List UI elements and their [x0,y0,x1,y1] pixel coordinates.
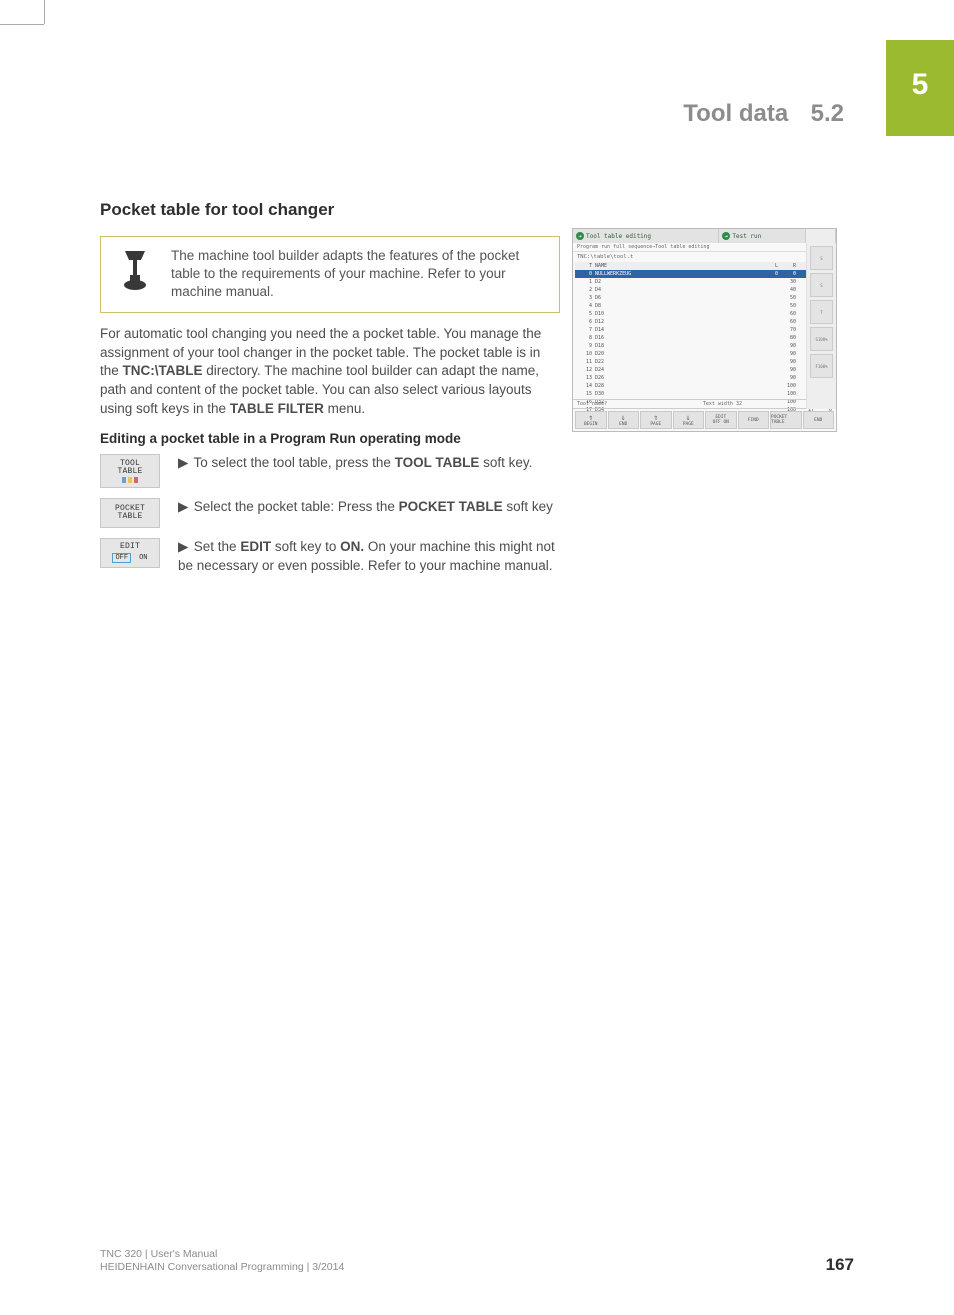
sub-heading: Editing a pocket table in a Program Run … [100,431,560,446]
ss-status-left: Tool name? [577,401,607,407]
triangle-marker-icon: ▶ [178,454,190,473]
ss-softkey[interactable]: EDITOFF ON [705,411,737,429]
table-row: 3D65030 [575,294,834,302]
ss-softkey[interactable]: END [803,411,835,429]
footer-line2: HEIDENHAIN Conversational Programming | … [100,1261,344,1275]
ss-subtitle: Program run full sequence→Tool table edi… [573,243,836,252]
step1-b1: TOOL TABLE [395,455,480,470]
softkey-tool-table[interactable]: TOOL TABLE [100,454,160,488]
page-number: 167 [826,1255,854,1275]
table-row: 6D126060 [575,318,834,326]
step1-post: soft key. [479,455,532,470]
note-box: The machine tool builder adapts the feat… [100,236,560,313]
note-text: The machine tool builder adapts the feat… [171,247,547,302]
step2-b1: POCKET TABLE [399,499,503,514]
ss-softkey[interactable]: FIND [738,411,770,429]
table-row: 14D28100140 [575,382,834,390]
ss-table: TNAMELRR2DL0NULLWERKZEUG0001D230102D4402… [573,262,836,410]
step3-b2: ON. [340,539,364,554]
softkey-label: TABLE [117,513,142,521]
screenshot-tool-table-editing: ➔Tool table editing ➔Test run Program ru… [572,228,837,432]
table-row: 7D147070 [575,326,834,334]
softkey-label-off: OFF [112,553,131,563]
softkey-label: TABLE [117,468,142,476]
table-row: 4D85040 [575,302,834,310]
main-content: Pocket table for tool changer The machin… [100,200,560,586]
step-row: TOOL TABLE ▶ To select the tool table, p… [100,454,560,488]
body-bold1: TNC:\TABLE [123,363,203,378]
step3-mid: soft key to [271,539,340,554]
ss-status-bar: Tool name? Text width 32 [573,399,806,409]
body-paragraph: For automatic tool changing you need the… [100,325,560,419]
step-text: ▶ Set the EDIT soft key to ON. On your m… [178,538,560,576]
table-row: 8D168080 [575,334,834,342]
step2-post: soft key [503,499,553,514]
ss-panel-item: S [810,273,833,297]
table-row: 15D30100150 [575,390,834,398]
page-header: Tool data 5.2 [100,100,844,128]
table-row: 13D2690130 [575,374,834,382]
ss-panel-item: F100% [810,354,833,378]
step2-pre: Select the pocket table: Press the [194,499,399,514]
step3-pre: Set the [194,539,241,554]
ss-softkey[interactable]: ⇑BEGIN [575,411,607,429]
table-row: 12D2490120 [575,366,834,374]
ss-path: TNC:\table\tool.t [573,252,836,262]
ss-softkey[interactable]: ⇑PAGE [640,411,672,429]
section-heading: Pocket table for tool changer [100,200,560,220]
triangle-marker-icon: ▶ [178,538,190,557]
ss-panel-item: T [810,300,833,324]
table-row: 10D2090100 [575,350,834,358]
chapter-tab: 5 [886,40,954,136]
ss-title-right: ➔Test run [719,229,806,243]
softkey-edit[interactable]: EDIT OFF ON [100,538,160,568]
footer-meta: TNC 320 | User's Manual HEIDENHAIN Conve… [100,1248,344,1275]
step-row: EDIT OFF ON ▶ Set the EDIT soft key to O… [100,538,560,576]
ss-titlebar: ➔Tool table editing ➔Test run [573,229,836,243]
step-text: ▶ Select the pocket table: Press the POC… [178,498,560,517]
table-row: 2D44020 [575,286,834,294]
ss-softkey-row: ⇑BEGIN⇓END⇑PAGE⇓PAGEEDITOFF ONFINDPOCKET… [573,409,836,431]
step-text: ▶ To select the tool table, press the TO… [178,454,560,473]
table-row: 5D106050 [575,310,834,318]
softkey-label-on: ON [139,554,147,562]
ss-panel-item: S [810,246,833,270]
ss-title-corner [806,229,836,243]
step-row: POCKET TABLE ▶ Select the pocket table: … [100,498,560,528]
ss-softkey[interactable]: POCKET TABLE [770,411,802,429]
arrow-icon: ➔ [722,232,730,240]
ss-title-left: ➔Tool table editing [573,229,719,243]
arrow-icon: ➔ [576,232,584,240]
step3-b1: EDIT [240,539,271,554]
crop-mark-h [0,24,44,25]
ss-softkey[interactable]: ⇓END [608,411,640,429]
table-row: 1D23010 [575,278,834,286]
softkey-icon [122,477,138,483]
ss-softkey[interactable]: ⇓PAGE [673,411,705,429]
softkey-label: EDIT [120,543,140,551]
ss-title-right-text: Test run [732,233,761,240]
triangle-marker-icon: ▶ [178,498,190,517]
crop-mark-v [44,0,45,24]
table-row: 9D189090 [575,342,834,350]
ss-status-right: Text width 32 [703,401,802,407]
footer-line1: TNC 320 | User's Manual [100,1248,344,1262]
ss-side-panel: SSTS100%F100% [806,243,836,409]
softkey-pocket-table[interactable]: POCKET TABLE [100,498,160,528]
body-bold2: TABLE FILTER [230,401,324,416]
ss-title-left-text: Tool table editing [586,233,651,240]
body-post: menu. [324,401,365,416]
machine-note-icon [115,247,155,293]
table-row: 11D2290110 [575,358,834,366]
table-row: 0NULLWERKZEUG000 [575,270,834,278]
header-title: Tool data [683,100,788,127]
ss-panel-item: S100% [810,327,833,351]
header-section-number: 5.2 [811,100,844,127]
page-footer: TNC 320 | User's Manual HEIDENHAIN Conve… [100,1248,854,1275]
step1-pre: To select the tool table, press the [194,455,395,470]
